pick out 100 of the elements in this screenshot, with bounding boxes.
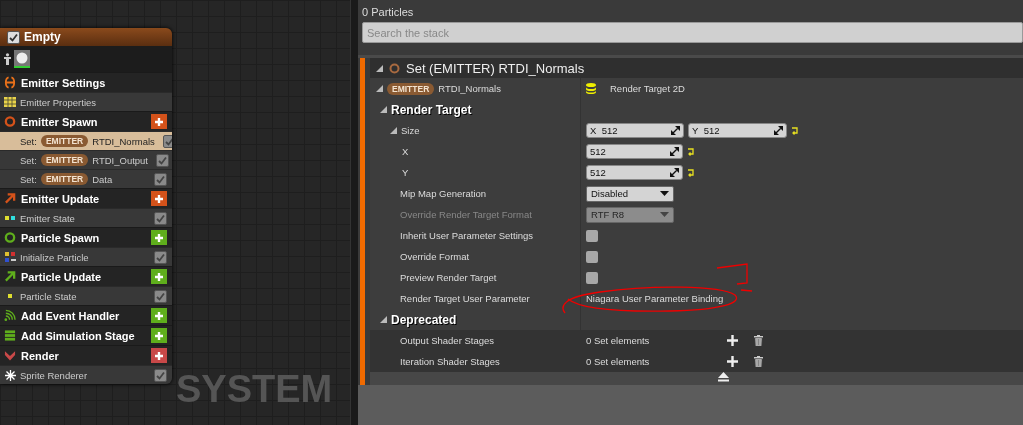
trash-icon[interactable] — [754, 335, 764, 346]
module-row[interactable]: Sprite Renderer — [0, 365, 172, 384]
property-label: Override Render Target Format — [400, 209, 532, 220]
expand-arrow-icon[interactable] — [376, 85, 383, 92]
add-button[interactable] — [151, 348, 167, 363]
module-row[interactable]: Initialize Particle — [0, 247, 172, 266]
module-row[interactable]: Set: EMITTER Data — [0, 169, 172, 188]
plus-icon — [154, 232, 164, 243]
parameter-name: RTDI_Normals — [438, 83, 501, 94]
number-field[interactable]: 512 — [586, 165, 683, 180]
checkbox[interactable] — [586, 229, 598, 242]
add-button[interactable] — [151, 114, 167, 129]
value-text: 0 Set elements — [586, 356, 650, 367]
reset-arrow-icon[interactable] — [687, 168, 695, 177]
module-title: Set (EMITTER) RTDI_Normals — [406, 60, 585, 76]
dropdown[interactable]: Disabled — [586, 185, 674, 202]
module-name: Sprite Renderer — [20, 369, 88, 381]
section-header[interactable]: Add Event Handler — [0, 305, 172, 325]
module-row[interactable]: Emitter Properties — [0, 92, 172, 111]
module-prefix: Set: — [20, 135, 37, 147]
module-name: Emitter State — [20, 212, 75, 224]
check-icon — [156, 291, 165, 301]
enable-checkbox[interactable] — [154, 250, 167, 264]
section-title: Emitter Spawn — [21, 115, 99, 128]
section-header[interactable]: Emitter Spawn — [0, 111, 172, 131]
grid-icon — [4, 97, 16, 107]
enable-checkbox[interactable] — [162, 134, 172, 148]
expand-arrow-icon[interactable] — [380, 106, 387, 113]
add-icon[interactable] — [727, 356, 739, 367]
module-prefix: Set: — [20, 173, 37, 185]
add-button[interactable] — [151, 269, 167, 284]
module-name: RTDI_Output — [92, 154, 148, 166]
add-icon[interactable] — [727, 335, 739, 346]
checkbox[interactable] — [586, 271, 598, 284]
reset-arrow-icon[interactable] — [687, 147, 695, 156]
graph-canvas[interactable] — [0, 0, 350, 425]
expand-arrow-icon[interactable] — [390, 127, 397, 134]
squares-icon — [4, 215, 16, 221]
number-field[interactable]: Y 512 — [688, 123, 787, 138]
drag-arrows-icon[interactable] — [671, 126, 680, 135]
enable-checkbox[interactable] — [154, 289, 167, 303]
property-label: Override Format — [400, 251, 470, 262]
ring-icon — [389, 62, 400, 74]
add-button[interactable] — [151, 328, 167, 343]
property-label: Iteration Shader Stages — [400, 356, 500, 367]
module-row[interactable]: Set: EMITTER RTDI_Output — [0, 150, 172, 169]
namespace-tag: EMITTER — [40, 173, 89, 185]
enable-checkbox[interactable] — [156, 153, 169, 167]
collapse-icon[interactable] — [718, 372, 729, 382]
property-label: Preview Render Target — [400, 272, 497, 283]
checkbox[interactable] — [586, 250, 598, 263]
expand-arrow-icon[interactable] — [380, 316, 387, 323]
section-title: Particle Update — [21, 270, 103, 283]
module-row[interactable]: Particle State — [0, 286, 172, 305]
node-title: Empty — [24, 30, 61, 44]
add-button[interactable] — [151, 191, 167, 206]
drag-arrows-icon[interactable] — [774, 126, 783, 135]
enable-checkbox[interactable] — [7, 30, 20, 44]
figure-icon — [4, 53, 11, 65]
section-header[interactable]: Particle Update — [0, 266, 172, 286]
database-icon — [586, 83, 596, 94]
module-name: Particle State — [20, 290, 77, 302]
namespace-tag: EMITTER — [40, 135, 89, 147]
drag-arrows-icon[interactable] — [670, 147, 679, 156]
enable-checkbox[interactable] — [154, 172, 167, 186]
section-header[interactable]: Render — [0, 345, 172, 365]
emitter-node[interactable] — [0, 28, 172, 384]
enable-checkbox[interactable] — [154, 211, 167, 225]
ring-icon — [4, 115, 16, 128]
expand-arrow-icon[interactable] — [376, 64, 383, 72]
section-title: Emitter Settings — [21, 76, 107, 89]
squares-icon — [4, 252, 16, 262]
add-button[interactable] — [151, 230, 167, 245]
namespace-tag: EMITTER — [387, 82, 435, 95]
caret-icon — [660, 191, 669, 196]
trash-icon[interactable] — [754, 356, 764, 367]
number-field[interactable]: X 512 — [586, 123, 684, 138]
module-row[interactable]: Emitter State — [0, 208, 172, 227]
module-header[interactable]: Set (EMITTER) RTDI_Normals — [370, 58, 1023, 78]
drag-arrows-icon[interactable] — [670, 168, 679, 177]
check-icon — [9, 32, 18, 42]
module-name: Emitter Properties — [20, 96, 97, 108]
property-label: X — [402, 146, 409, 157]
add-button[interactable] — [151, 308, 167, 323]
section-title: Add Simulation Stage — [21, 329, 136, 342]
section-header[interactable]: Add Simulation Stage — [0, 325, 172, 345]
section-header[interactable]: Emitter Settings — [0, 72, 172, 92]
module-row[interactable]: Set: EMITTER RTDI_Normals — [0, 131, 172, 150]
section-title: Render — [21, 349, 60, 362]
plus-icon — [154, 116, 164, 127]
search-field[interactable]: Search the stack — [362, 22, 1023, 43]
section-header[interactable]: Emitter Update — [0, 188, 172, 208]
enable-checkbox[interactable] — [154, 368, 167, 382]
number-field[interactable]: 512 — [586, 144, 683, 159]
namespace-tag: EMITTER — [40, 154, 89, 166]
thumbnail[interactable] — [14, 50, 30, 68]
module-name: RTDI_Normals — [92, 135, 155, 147]
check-icon — [156, 213, 165, 223]
reset-arrow-icon[interactable] — [791, 126, 799, 135]
section-header[interactable]: Particle Spawn — [0, 227, 172, 247]
